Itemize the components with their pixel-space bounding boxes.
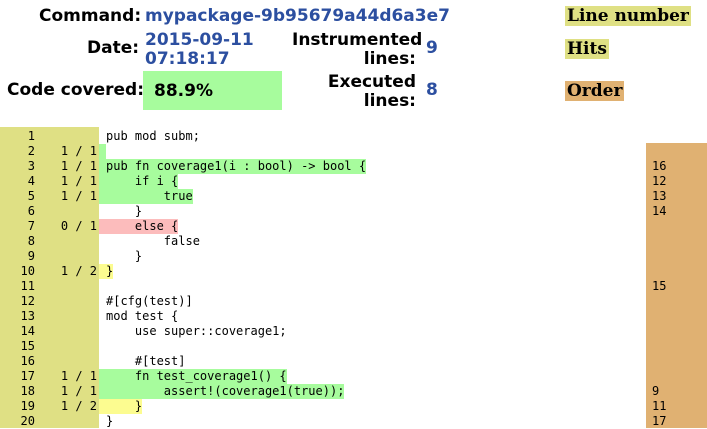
- line-code: else {: [106, 219, 179, 234]
- line-number: 10: [20, 264, 35, 278]
- executed-lines-value: 8: [426, 80, 438, 100]
- line-code: fn test_coverage1() {: [106, 369, 287, 384]
- date-value-date: 2015-09-11: [145, 30, 254, 50]
- line-hits: 1 / 1: [60, 159, 97, 173]
- instrumented-lines-label: Instrumented lines:: [292, 30, 423, 69]
- source-line: 19 1 / 2 } 11: [0, 399, 707, 414]
- source-line: 2 1 / 1: [0, 144, 707, 159]
- code-covered-value: 88.9%: [154, 81, 213, 101]
- source-line: 14 use super::coverage1;: [0, 324, 707, 339]
- instrumented-label-line1: Instrumented: [292, 30, 423, 50]
- source-line: 20} 17: [0, 414, 707, 429]
- line-code: #[test]: [106, 354, 186, 368]
- line-number: 1: [27, 129, 35, 143]
- line-hits: 0 / 1: [60, 219, 97, 233]
- line-number: 3: [27, 159, 35, 173]
- source-line: 15: [0, 339, 707, 354]
- line-code: use super::coverage1;: [106, 324, 287, 338]
- line-order: 11: [652, 399, 667, 413]
- instrumented-lines-value: 9: [426, 38, 438, 58]
- line-order: 14: [652, 204, 667, 218]
- source-line: 13 mod test {: [0, 309, 707, 324]
- source-line: 4 1 / 1 if i { 12: [0, 174, 707, 189]
- coverage-summary-header: Command: mypackage-9b95679a44d6a3e7 Date…: [0, 0, 707, 117]
- command-label: Command:: [39, 6, 142, 26]
- line-hits: 1 / 1: [60, 189, 97, 203]
- source-line: 5 1 / 1 true 13: [0, 189, 707, 204]
- line-number: 12: [20, 294, 35, 308]
- line-order: 9: [652, 384, 660, 398]
- line-code: }: [106, 249, 143, 263]
- line-number: 14: [20, 324, 35, 338]
- line-number: 13: [20, 309, 35, 323]
- line-hits: 1 / 1: [60, 369, 97, 383]
- legend-hits: Hits: [565, 39, 609, 59]
- date-label: Date:: [87, 38, 140, 58]
- line-order: 12: [652, 174, 667, 188]
- line-code: #[cfg(test)]: [106, 294, 193, 308]
- line-order: 15: [652, 279, 667, 293]
- source-line: 12 #[cfg(test)]: [0, 294, 707, 309]
- instrumented-label-line2: lines:: [363, 49, 416, 69]
- line-number: 15: [20, 339, 35, 353]
- line-number: 17: [20, 369, 35, 383]
- line-number: 9: [27, 249, 35, 263]
- line-order: 17: [652, 414, 667, 428]
- line-code: false: [106, 234, 200, 248]
- code-covered-value-box: 88.9%: [143, 71, 282, 110]
- legend-order: Order: [565, 81, 625, 101]
- line-code: mod test {: [106, 309, 179, 323]
- line-code: assert!(coverage1(true));: [106, 384, 345, 399]
- line-number: 5: [27, 189, 35, 203]
- line-number: 11: [20, 279, 35, 293]
- source-line: 11 15: [0, 279, 707, 294]
- line-code: pub fn coverage1(i : bool) -> bool {: [106, 159, 367, 174]
- source-line: 7 0 / 1 else {: [0, 219, 707, 234]
- source-line: 8 false: [0, 234, 707, 249]
- source-line: 9 }: [0, 249, 707, 264]
- line-code: true: [106, 189, 193, 204]
- source-line: 3 1 / 1 pub fn coverage1(i : bool) -> bool…: [0, 159, 707, 174]
- source-line: 10 1 / 2}: [0, 264, 707, 279]
- date-value: 2015-09-11 07:18:17: [145, 31, 254, 69]
- line-order: 13: [652, 189, 667, 203]
- line-code: pub mod subm;: [106, 129, 200, 143]
- line-code: }: [106, 399, 143, 414]
- line-order: 16: [652, 159, 667, 173]
- source-line: 18 1 / 1 assert!(coverage1(true)); 9: [0, 384, 707, 399]
- source-line: 6 } 14: [0, 204, 707, 219]
- executed-lines-label: Executed lines:: [292, 73, 416, 111]
- line-number: 18: [20, 384, 35, 398]
- line-hits: 1 / 1: [60, 144, 97, 158]
- line-number: 7: [27, 219, 35, 233]
- line-number: 20: [20, 414, 35, 428]
- command-value: mypackage-9b95679a44d6a3e7: [145, 6, 450, 26]
- legend-line-number: Line number: [565, 6, 691, 26]
- date-value-time: 07:18:17: [145, 49, 230, 69]
- code-covered-label: Code covered:: [7, 80, 145, 100]
- line-code: }: [106, 414, 114, 428]
- source-line: 16 #[test]: [0, 354, 707, 369]
- line-number: 2: [27, 144, 35, 158]
- line-code: }: [106, 204, 143, 218]
- executed-label-line2: lines:: [363, 91, 416, 111]
- line-number: 16: [20, 354, 35, 368]
- line-number: 4: [27, 174, 35, 188]
- source-line: 17 1 / 1 fn test_coverage1() {: [0, 369, 707, 384]
- line-hits: 1 / 1: [60, 174, 97, 188]
- line-number: 8: [27, 234, 35, 248]
- executed-label-line1: Executed: [327, 72, 416, 92]
- line-code: }: [106, 264, 114, 279]
- source-line: 1 pub mod subm;: [0, 129, 707, 144]
- line-number: 6: [27, 204, 35, 218]
- source-listing: 1 pub mod subm; 2 1 / 1 3 1 / 1 pub fn coverag…: [0, 127, 707, 428]
- line-hits: 1 / 2: [60, 399, 97, 413]
- line-number: 19: [20, 399, 35, 413]
- line-code: if i {: [106, 174, 179, 189]
- line-hits: 1 / 1: [60, 384, 97, 398]
- line-hits: 1 / 2: [60, 264, 97, 278]
